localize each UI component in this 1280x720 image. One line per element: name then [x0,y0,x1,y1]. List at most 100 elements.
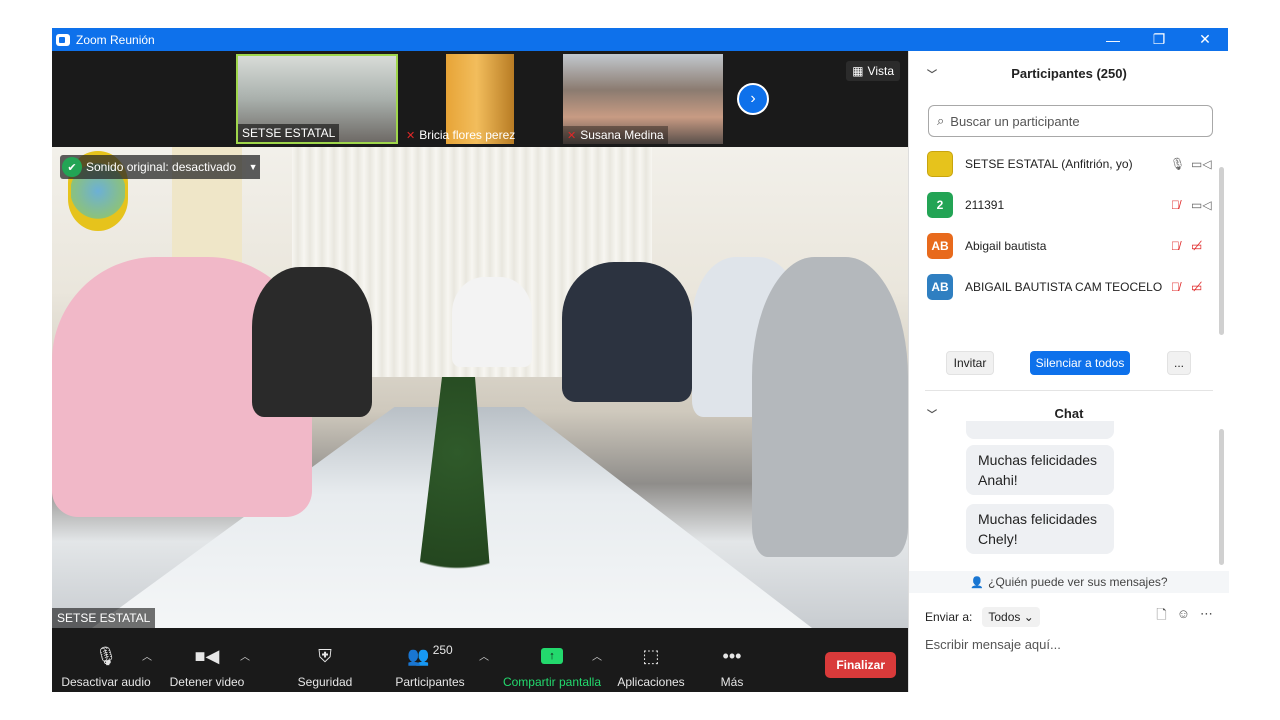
chat-message: Muchas felicidades Chely! [966,504,1114,554]
who-can-see-text: ¿Quién puede ver sus mensajes? [988,575,1168,589]
microphone-icon[interactable]: 🎙 [1170,157,1185,171]
video-off-icon[interactable]: ▭̸ [1191,239,1202,253]
close-button[interactable]: ✕ [1182,28,1228,51]
view-button[interactable]: ▦ Vista [846,61,900,81]
chat-message-input[interactable]: Escribir mensaje aquí... [925,637,1213,657]
participants-scrollbar[interactable] [1219,167,1224,335]
chevron-up-icon[interactable]: ︿ [240,648,250,663]
original-sound-text: Sonido original: desactivado [86,160,237,174]
next-page-button[interactable]: › [737,83,769,115]
side-panel: ﹀ Participantes (250) ⌕ SETSE ESTATAL (A… [908,51,1229,692]
shield-icon: ⛨ [318,645,332,666]
chevron-down-icon[interactable]: ﹀ [927,66,937,81]
restore-button[interactable]: ❐ [1136,28,1182,51]
file-icon[interactable]: 🗋 [1156,606,1166,628]
participant-search[interactable]: ⌕ [928,105,1213,137]
send-to-select[interactable]: Todos ⌄ [982,607,1040,627]
apps-label: Aplicaciones [617,675,685,689]
send-to-value: Todos [988,610,1021,624]
participant-actions: Invitar Silenciar a todos ... [909,351,1229,381]
avatar: AB [927,273,953,300]
emoji-icon[interactable]: ☺ [1177,606,1190,628]
chevron-up-icon[interactable]: ︿ [142,648,152,663]
participants-label: Participantes [395,675,465,689]
thumbnail-video[interactable]: SETSE ESTATAL [236,54,398,144]
participants-header: ﹀ Participantes (250) [909,51,1229,95]
chevron-up-icon[interactable]: ︿ [592,648,602,663]
window-title: Zoom Reunión [76,32,155,47]
apps-button[interactable]: ⬚ Aplicaciones [616,628,686,692]
chat-scrollbar[interactable] [1219,429,1224,565]
stop-video-label: Detener video [169,675,245,689]
participants-button[interactable]: 👥 250 Participantes [394,628,466,692]
avatar: 2 [927,191,953,218]
panel-divider [925,390,1213,391]
avatar: AB [927,232,953,259]
person-shape [252,267,372,417]
thumbnail-name: Susana Medina [580,128,664,142]
meeting-toolbar: 🎙 Desactivar audio ︿ ■◀ Detener video ︿ … [52,628,908,692]
minimize-button[interactable]: — [1090,28,1136,51]
share-screen-icon: ↑ [541,648,563,664]
video-off-icon[interactable]: ▭̸ [1191,280,1202,294]
more-button[interactable]: ••• Más [712,628,752,692]
security-button[interactable]: ⛨ Seguridad [292,628,358,692]
participant-name: ABIGAIL BAUTISTA CAM TEOCELO [965,279,1163,294]
search-input[interactable] [950,113,1191,129]
zoom-window: Zoom Reunión — ❐ ✕ SETSE ESTATAL ✕ Brici… [52,28,1229,692]
video-camera-icon[interactable]: ▭◁ [1191,157,1212,171]
microphone-icon: 🎙 [94,645,118,666]
muted-mic-icon[interactable]: 🎙̸ [1171,280,1180,294]
participant-row[interactable]: SETSE ESTATAL (Anfitrión, yo) 🎙 ▭◁ [909,143,1219,184]
participant-name: Abigail bautista [965,238,1047,253]
participants-title: Participantes (250) [1011,65,1127,81]
original-sound-indicator[interactable]: ✔ Sonido original: desactivado ▼ [60,155,261,179]
participant-row[interactable]: AB ABIGAIL BAUTISTA CAM TEOCELO 🎙̸ ▭̸ [909,266,1219,307]
search-icon: ⌕ [937,113,945,128]
avatar [927,150,953,177]
thumbnail-label-container: ✕ Bricia flores perez [402,122,532,144]
chat-title: Chat [1054,405,1084,421]
share-screen-button[interactable]: ↑ Compartir pantalla [502,628,602,692]
grid-icon: ▦ [852,64,864,78]
participant-row[interactable]: 2 211391 🎙̸ ▭◁ [909,184,1219,225]
invite-button[interactable]: Invitar [946,351,994,375]
chat-message: Muchas felicidades Anahi! [966,445,1114,495]
mute-audio-label: Desactivar audio [61,675,151,689]
thumbnail-strip: SETSE ESTATAL ✕ Bricia flores perez ✕ Su… [52,51,908,147]
participants-icon: 👥 250 [407,643,453,666]
more-dots-icon: ••• [722,645,742,666]
security-label: Seguridad [297,675,353,689]
speaker-name: SETSE ESTATAL [52,608,156,628]
who-can-see-link[interactable]: 👤 ¿Quién puede ver sus mensajes? [909,571,1229,593]
chevron-down-icon[interactable]: ▼ [246,155,261,179]
video-area: SETSE ESTATAL ✕ Bricia flores perez ✕ Su… [52,51,908,628]
muted-mic-icon: ✕ [567,129,577,142]
video-camera-icon: ■◀ [194,645,220,666]
chevron-up-icon[interactable]: ︿ [479,648,489,663]
share-screen-label: Compartir pantalla [502,675,602,689]
main-video[interactable]: ✔ Sonido original: desactivado ▼ SETSE E… [52,147,908,628]
thumbnail-name: SETSE ESTATAL [238,124,340,142]
mute-all-button[interactable]: Silenciar a todos [1030,351,1130,375]
stop-video-button[interactable]: ■◀ Detener video [166,628,248,692]
title-bar: Zoom Reunión — ❐ ✕ [52,28,1228,51]
participant-row[interactable]: AB Abigail bautista 🎙̸ ▭̸ [909,225,1219,266]
more-label: Más [720,675,744,689]
end-meeting-button[interactable]: Finalizar [825,652,896,678]
participants-count: 250 [432,643,453,657]
thumbnail-video[interactable]: ✕ Susana Medina [563,54,723,144]
chat-message-partial [966,421,1114,439]
shield-check-icon: ✔ [62,157,82,177]
more-options-button[interactable]: ... [1167,351,1191,375]
mute-audio-button[interactable]: 🎙 Desactivar audio [61,628,151,692]
person-shape [752,257,908,557]
muted-mic-icon[interactable]: 🎙̸ [1171,198,1180,212]
zoom-logo-icon [56,33,70,46]
muted-mic-icon[interactable]: 🎙̸ [1171,239,1180,253]
more-dots-icon[interactable]: ⋯ [1200,606,1213,628]
view-label: Vista [867,64,894,78]
chevron-down-icon[interactable]: ﹀ [927,406,937,421]
person-lock-icon: 👤 [970,576,985,589]
video-camera-icon[interactable]: ▭◁ [1191,198,1212,212]
